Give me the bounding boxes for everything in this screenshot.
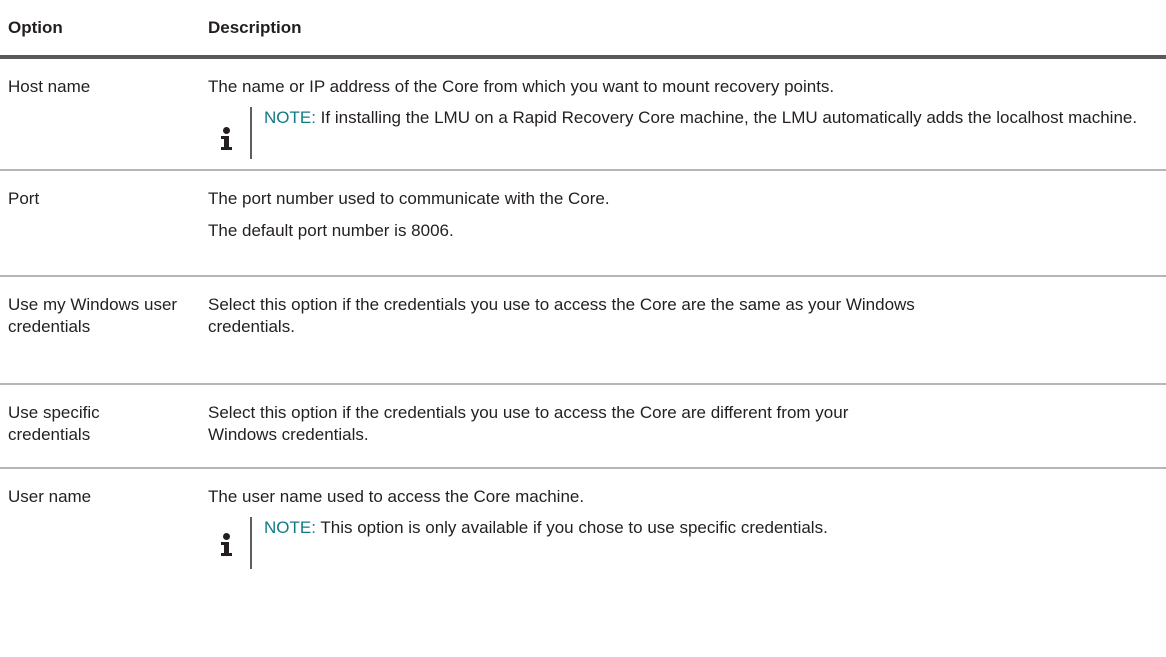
description-text: The user name used to access the Core ma… xyxy=(208,487,585,506)
description-text: The name or IP address of the Core from … xyxy=(208,77,835,96)
table-row: Use specific credentials Select this opt… xyxy=(0,384,1166,468)
column-header-option: Option xyxy=(0,0,200,59)
table-row: Port The port number used to communicate… xyxy=(0,170,1166,276)
note-label: NOTE: xyxy=(264,108,316,127)
table-row: User name The user name used to access t… xyxy=(0,468,1166,569)
description-cell: The user name used to access the Core ma… xyxy=(200,468,1166,569)
note-block: NOTE: This option is only available if y… xyxy=(208,517,1146,569)
column-header-description: Description xyxy=(200,0,1166,59)
description-text: Select this option if the credentials yo… xyxy=(208,295,915,336)
description-cell: Select this option if the credentials yo… xyxy=(200,384,1166,468)
option-cell: Use specific credentials xyxy=(8,403,100,444)
info-icon xyxy=(221,127,233,151)
note-divider xyxy=(250,107,252,159)
note-label: NOTE: xyxy=(264,518,316,537)
note-divider xyxy=(250,517,252,569)
option-cell: Host name xyxy=(8,77,91,96)
description-cell: The port number used to communicate with… xyxy=(200,170,1166,276)
options-table-page: Option Description Host name The name or… xyxy=(0,0,1166,657)
option-cell: User name xyxy=(8,487,92,506)
description-cell: The name or IP address of the Core from … xyxy=(200,57,1166,170)
description-text: The port number used to communicate with… xyxy=(208,189,610,208)
note-text: NOTE: This option is only available if y… xyxy=(264,517,1146,539)
options-table: Option Description Host name The name or… xyxy=(0,0,1166,569)
note-text: NOTE: If installing the LMU on a Rapid R… xyxy=(264,107,1146,129)
table-header-row: Option Description xyxy=(0,0,1166,59)
note-block: NOTE: If installing the LMU on a Rapid R… xyxy=(208,107,1146,159)
description-cell: Select this option if the credentials yo… xyxy=(200,276,1166,384)
table-row: Host name The name or IP address of the … xyxy=(0,57,1166,170)
option-cell: Port xyxy=(8,189,40,208)
note-body: If installing the LMU on a Rapid Recover… xyxy=(315,108,1138,127)
table-row: Use my Windows user credentials Select t… xyxy=(0,276,1166,384)
description-text: Select this option if the credentials yo… xyxy=(208,403,849,444)
description-text: The default port number is 8006. xyxy=(208,221,454,240)
note-body: This option is only available if you cho… xyxy=(315,518,828,537)
option-cell: Use my Windows user credentials xyxy=(8,295,178,336)
info-icon xyxy=(221,533,233,557)
